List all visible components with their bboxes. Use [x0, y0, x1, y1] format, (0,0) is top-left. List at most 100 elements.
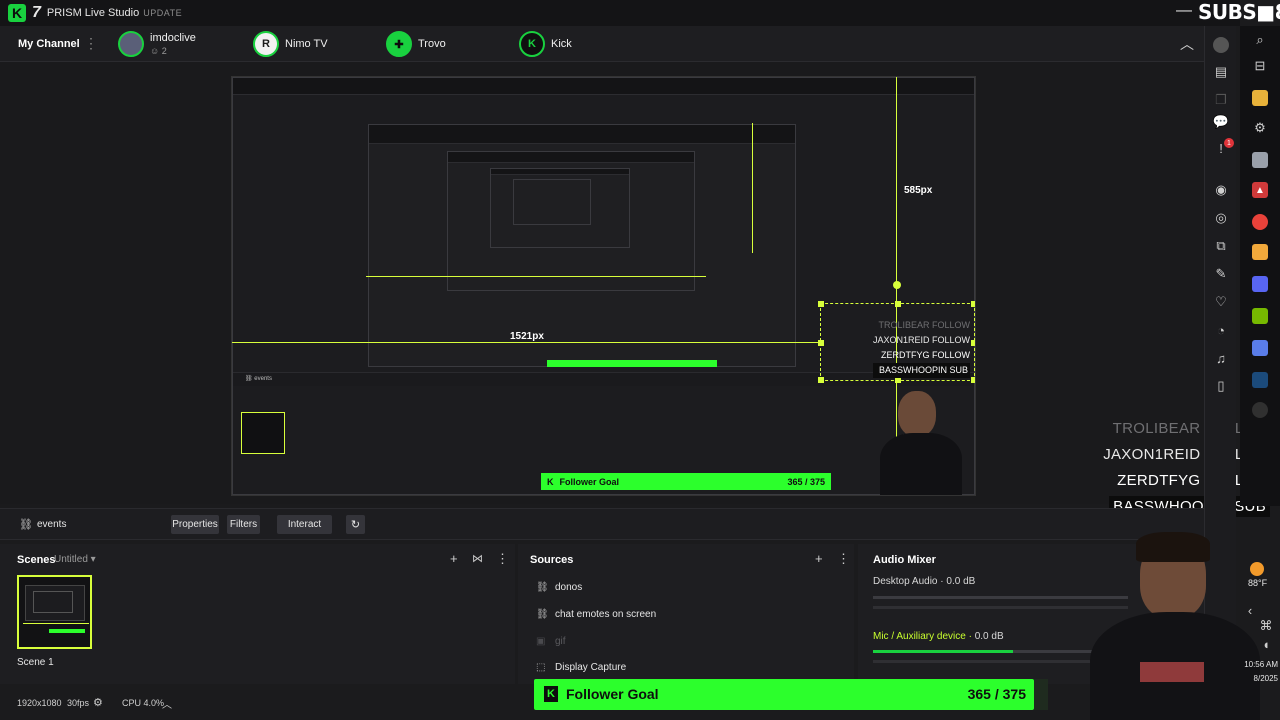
filters-button[interactable]: Filters: [227, 515, 260, 534]
stream-canvas[interactable]: ⛓ events K Follower Goal 365 / 375 1521px…: [231, 76, 976, 496]
volume-meter-fill: [873, 650, 1014, 653]
camera-icon[interactable]: ◉: [1213, 182, 1229, 198]
widget-icon[interactable]: ❐: [1213, 92, 1229, 108]
preview-area[interactable]: ⛓ events K Follower Goal 365 / 375 1521px…: [0, 62, 1204, 504]
nested-follower-goal: K Follower Goal 365 / 375: [541, 473, 831, 490]
chrome-icon[interactable]: [1252, 214, 1268, 230]
gear-icon[interactable]: ⚙: [93, 696, 103, 709]
avatar: [118, 31, 144, 57]
discord-icon[interactable]: [1252, 276, 1268, 292]
task-view-icon[interactable]: ⊟: [1252, 58, 1268, 74]
copy-icon[interactable]: ⧉: [1213, 238, 1229, 254]
follower-goal-label: Follower Goal: [566, 686, 659, 702]
scenes-title: Scenes: [17, 554, 56, 566]
audio-mixer-title: Audio Mixer: [873, 554, 936, 566]
follower-goal-count: 365 / 375: [967, 686, 1026, 702]
source-item[interactable]: ⛓ chat emotes on screen: [536, 609, 656, 620]
draw-icon[interactable]: ✎: [1213, 266, 1229, 282]
webcam-icon[interactable]: ◎: [1213, 210, 1229, 226]
search-icon[interactable]: ⌕: [1252, 32, 1268, 48]
more-options-icon[interactable]: ⋮: [84, 35, 98, 52]
title-bar: K 7 PRISM Live Studio UPDATE: [0, 0, 1240, 26]
tumbler-icon[interactable]: ▯: [1213, 378, 1229, 394]
sticker-icon[interactable]: ◔: [1213, 322, 1229, 338]
volume-icon[interactable]: ◖: [1258, 636, 1274, 652]
source-item[interactable]: ⬚ Display Capture: [536, 662, 626, 673]
network-icon[interactable]: ⌘: [1258, 618, 1274, 634]
source-item[interactable]: ⛓ donos: [536, 582, 582, 593]
interact-button[interactable]: Interact: [277, 515, 332, 534]
source-toolbar: ⛓ events Properties Filters Interact ↻: [0, 508, 1204, 540]
app-icon[interactable]: [1252, 340, 1268, 356]
resize-handle[interactable]: [971, 377, 975, 383]
follower-goal-remaining: [1034, 679, 1048, 710]
store-icon[interactable]: [1252, 244, 1268, 260]
resize-handle[interactable]: [818, 340, 824, 346]
resolution-label: 1920x1080: [17, 698, 62, 708]
obs-icon[interactable]: [1252, 402, 1268, 418]
chevron-up-icon[interactable]: ︿: [162, 696, 172, 711]
anchor-point[interactable]: [893, 281, 901, 289]
clock-time[interactable]: 10:56 AM: [1238, 660, 1278, 669]
kick-logo-icon: K: [8, 4, 26, 22]
resize-handle[interactable]: [818, 301, 824, 307]
scene-label[interactable]: Scene 1: [17, 657, 54, 668]
notification-badge: 1: [1224, 138, 1234, 148]
profile-avatar-icon[interactable]: [1213, 37, 1229, 53]
add-source-button[interactable]: +: [815, 551, 823, 566]
nimo-tv-icon: R: [253, 31, 279, 57]
source-item[interactable]: ▣ gif: [536, 636, 566, 647]
scene-collection-dropdown[interactable]: Untitled ▾: [54, 554, 96, 565]
window-minimize-button[interactable]: —: [1176, 2, 1192, 20]
prism-logo-icon: 7: [32, 4, 41, 21]
chevron-left-icon[interactable]: ‹: [1242, 602, 1258, 618]
more-options-icon[interactable]: ⋮: [496, 551, 509, 567]
app-title: PRISM Live Studio: [46, 7, 140, 19]
heart-icon[interactable]: ♡: [1213, 294, 1229, 310]
more-options-icon[interactable]: ⋮: [837, 551, 850, 567]
chat-icon[interactable]: 💬: [1213, 114, 1229, 130]
prism-app-icon[interactable]: ▲: [1252, 182, 1268, 198]
mixer-channel-mic: Mic / Auxiliary device · 0.0 dB: [873, 631, 1004, 642]
add-scene-button[interactable]: +: [450, 551, 458, 566]
weather-icon: [1250, 562, 1264, 576]
resize-handle[interactable]: [895, 301, 901, 307]
channel-imdoclive[interactable]: imdoclive ☺ 2: [118, 31, 196, 57]
status-bar: 1920x1080 30fps ⚙ CPU 4.0% ︿: [0, 686, 530, 720]
channel-name: Trovo: [418, 38, 446, 50]
link-icon: ⛓: [19, 519, 33, 531]
my-channel-label[interactable]: My Channel: [18, 38, 80, 50]
nested-frame-1: ⛓ events K Follower Goal 365 / 375: [232, 77, 975, 495]
refresh-icon[interactable]: ↻: [346, 515, 365, 534]
nvidia-icon[interactable]: [1252, 308, 1268, 324]
nested-event-list: TROLIBEAR FOLLOW JAXON1REID FOLLOW ZERDT…: [872, 318, 970, 378]
resize-handle[interactable]: [818, 377, 824, 383]
resize-handle[interactable]: [971, 301, 975, 307]
channel-kick[interactable]: K Kick: [519, 31, 572, 57]
music-icon[interactable]: ♫: [1213, 350, 1229, 366]
weather-widget[interactable]: 88°F: [1248, 578, 1267, 588]
dimension-label-vertical: 585px: [904, 185, 933, 196]
scene-thumbnail[interactable]: [17, 575, 92, 649]
webcam-overlay: [1090, 530, 1260, 720]
layout-icon[interactable]: ▤: [1213, 64, 1229, 80]
chevron-up-icon[interactable]: ︿: [1180, 34, 1194, 54]
app-icon[interactable]: [1252, 152, 1268, 168]
steam-icon[interactable]: [1252, 372, 1268, 388]
nested-goal-bar: [547, 360, 717, 367]
transition-icon[interactable]: ⋈: [472, 552, 483, 565]
resize-handle[interactable]: [971, 340, 975, 346]
nested-scene-thumb: [241, 412, 285, 454]
clock-date[interactable]: 8/2025: [1238, 674, 1278, 683]
update-tag[interactable]: UPDATE: [143, 8, 182, 18]
channel-nimo-tv[interactable]: R Nimo TV: [253, 31, 328, 57]
file-explorer-icon[interactable]: [1252, 90, 1268, 106]
channel-name: imdoclive: [150, 32, 196, 44]
mixer-channel-desktop: Desktop Audio · 0.0 dB: [873, 576, 976, 587]
alignment-guide-horizontal: [232, 342, 822, 343]
properties-button[interactable]: Properties: [171, 515, 219, 534]
taskbar-vertical: ⌕ ⊟ ⚙ ▲: [1240, 26, 1280, 506]
events-selection-box[interactable]: TROLIBEAR FOLLOW JAXON1REID FOLLOW ZERDT…: [818, 301, 975, 383]
settings-gear-icon[interactable]: ⚙: [1252, 120, 1268, 136]
channel-trovo[interactable]: ✚ Trovo: [386, 31, 446, 57]
